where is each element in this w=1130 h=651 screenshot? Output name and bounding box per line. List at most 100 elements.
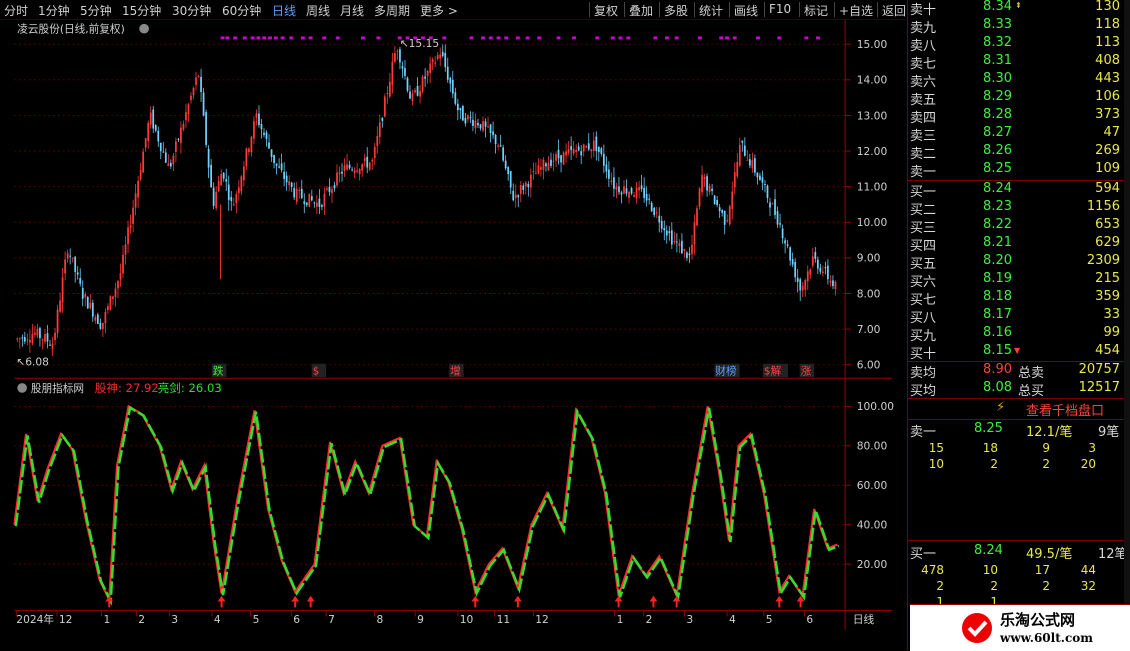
candle-body	[748, 159, 751, 166]
order-book-row[interactable]: 买三 8.22 653	[908, 217, 1123, 236]
order-book-row[interactable]: 卖三 8.27 47	[908, 125, 1123, 144]
period-tab[interactable]: 周线	[306, 2, 330, 19]
candle-body	[182, 123, 185, 130]
candle-body	[522, 185, 525, 190]
toolbar-button[interactable]: 多股	[664, 2, 688, 19]
period-tab[interactable]: 日线	[272, 2, 296, 19]
candle-body	[391, 61, 394, 86]
level-volume: 269	[1095, 143, 1120, 158]
signal-marker	[442, 36, 447, 40]
avg-sell-row: 卖均 8.90 总卖 20757	[908, 362, 1123, 381]
toolbar-button[interactable]: 复权	[594, 2, 618, 19]
order-book-row[interactable]: 买五 8.20 2309	[908, 253, 1123, 272]
indicator-tick-label: 100.00	[857, 400, 894, 413]
order-book-row[interactable]: 卖六 8.30 443	[908, 71, 1123, 90]
candle-body	[487, 126, 489, 128]
scrollbar[interactable]	[1124, 0, 1130, 604]
order-book-row[interactable]: 卖四 8.28 373	[908, 107, 1123, 126]
candle-body	[479, 124, 482, 129]
level-label: 买五	[910, 257, 937, 272]
order-book-row[interactable]: 买二 8.23 1156	[908, 199, 1123, 218]
period-tab[interactable]: 60分钟	[222, 2, 261, 19]
candle-body	[786, 244, 789, 246]
order-book-row[interactable]: 卖五 8.29 106	[908, 89, 1123, 108]
candle-body	[114, 288, 117, 297]
price-tick-label: 15.00	[857, 38, 888, 51]
candle-body	[232, 204, 235, 206]
order-book-row[interactable]: 买九 8.16 99	[908, 325, 1123, 344]
event-tag[interactable]: 涨	[801, 364, 812, 377]
candle-body	[376, 136, 379, 147]
candle-body	[79, 277, 82, 284]
toolbar-button[interactable]: 标记	[804, 2, 828, 19]
depth-button[interactable]: ⚡ 查看千档盘口	[908, 399, 1130, 419]
event-tag[interactable]: $解	[764, 364, 782, 377]
level-volume: 99	[1103, 325, 1120, 340]
candle-body	[419, 91, 421, 97]
event-tag[interactable]: 财榜	[715, 364, 737, 377]
candle-body	[36, 328, 39, 336]
event-tag[interactable]: 跌	[213, 364, 224, 377]
queue-order-size: 20	[1080, 457, 1096, 471]
chart-area[interactable]: 凌云股份(日线,前复权) 15.00 14.00 13.00 12.00 11.00 10.…	[0, 20, 906, 630]
candle-body	[618, 186, 620, 193]
signal-marker	[322, 36, 327, 40]
period-tab[interactable]: 1分钟	[38, 2, 70, 19]
event-tag[interactable]: $	[313, 364, 320, 377]
candle-body	[185, 112, 187, 121]
candle-body	[816, 259, 819, 269]
order-book-row[interactable]: 卖八 8.32 113	[908, 35, 1123, 54]
candle-body	[235, 194, 238, 204]
toolbar-button[interactable]: 画线	[734, 2, 758, 19]
order-book-row[interactable]: 卖一 8.25 109	[908, 161, 1123, 180]
candle-body	[253, 121, 255, 139]
date-label: 4	[729, 613, 736, 626]
toolbar-button[interactable]: F10	[769, 2, 791, 16]
toolbar-button[interactable]: +自选	[839, 2, 873, 19]
scroll-up-icon[interactable]: ⇞	[1015, 1, 1022, 10]
scroll-down-icon[interactable]: ▼	[1014, 346, 1020, 355]
toolbar-button[interactable]: 叠加	[629, 2, 653, 19]
candle-body	[610, 180, 613, 182]
candle-body	[570, 146, 572, 150]
candle-body	[283, 171, 286, 179]
order-book-row[interactable]: 买六 8.19 215	[908, 271, 1123, 290]
level-volume: 109	[1095, 161, 1120, 176]
period-tab[interactable]: 15分钟	[122, 2, 161, 19]
level-price: 8.28	[983, 107, 1012, 122]
candle-body	[804, 279, 807, 290]
candle-body	[499, 145, 502, 147]
level-price: 8.21	[983, 235, 1012, 250]
period-tab[interactable]: 30分钟	[172, 2, 211, 19]
level-price: 8.15	[983, 343, 1012, 358]
candle-body	[655, 212, 658, 214]
date-label: 7	[328, 613, 335, 626]
order-book-row[interactable]: 买四 8.21 629	[908, 235, 1123, 254]
dropdown-icon[interactable]	[139, 23, 149, 34]
period-tab[interactable]: 更多 >	[420, 2, 458, 19]
period-tab[interactable]: 分时	[4, 2, 28, 19]
candle-body	[76, 272, 79, 275]
order-book-row[interactable]: 买七 8.18 359	[908, 289, 1123, 308]
candle-body	[648, 198, 651, 200]
queue-sell-count: 9笔	[1098, 425, 1120, 440]
period-tab[interactable]: 月线	[340, 2, 364, 19]
toolbar-button[interactable]: 统计	[699, 2, 723, 19]
order-book-row[interactable]: 卖九 8.33 118	[908, 17, 1123, 36]
indicator-tick-label: 20.00	[857, 558, 888, 571]
order-book-row[interactable]: 卖七 8.31 408	[908, 53, 1123, 72]
order-book-row[interactable]: 买一 8.24 594	[908, 181, 1123, 200]
signal-marker	[220, 36, 225, 40]
period-tab[interactable]: 5分钟	[80, 2, 112, 19]
candle-body	[137, 180, 139, 198]
indicator-dropdown-icon[interactable]	[17, 383, 27, 393]
order-book-row[interactable]: 买八 8.17 33	[908, 307, 1123, 326]
toolbar-button[interactable]: 返回	[882, 2, 906, 19]
event-tag[interactable]: 增	[450, 364, 461, 377]
period-tab[interactable]: 多周期	[374, 2, 410, 19]
candle-body	[799, 279, 802, 291]
candle-body	[822, 271, 824, 274]
order-book-row[interactable]: 卖二 8.26 269	[908, 143, 1123, 162]
date-label: 3	[686, 613, 693, 626]
date-label: 9	[417, 613, 424, 626]
